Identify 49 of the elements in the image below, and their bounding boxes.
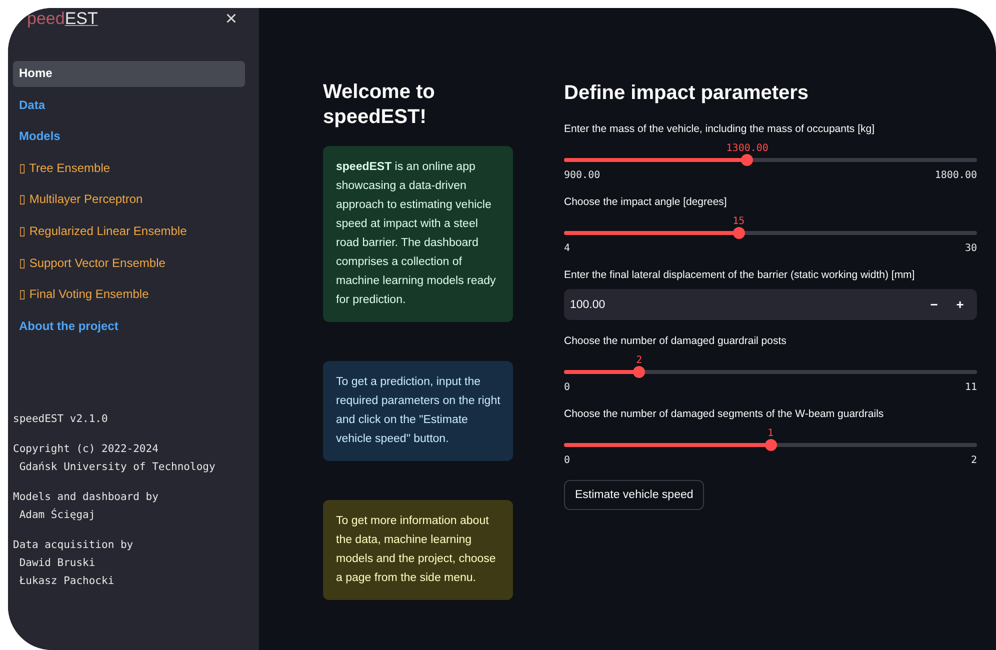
welcome-title: Welcome to speedEST! — [323, 80, 436, 130]
field-label: Choose the number of damaged guardrail posts — [564, 334, 788, 348]
nav-item[interactable]: Data — [13, 92, 245, 118]
slider-value: 1300.00 — [726, 143, 768, 154]
footer-text: Data acquisition by — [13, 538, 134, 554]
decrement-button[interactable]: − — [923, 296, 945, 313]
footer-text: Dawid Bruski — [18, 556, 96, 572]
app-logo: peedEST — [27, 9, 98, 29]
slider-max: 11 — [964, 382, 977, 393]
field-label: Choose the number of damaged segments of the W-beam guardrails — [564, 407, 885, 421]
slider-min: 900.00 — [564, 170, 600, 181]
nav-item[interactable]: ▯ Regularized Linear Ensemble — [13, 218, 245, 245]
field-label: Enter the mass of the vehicle, including the mass of occupants [kg] — [564, 122, 876, 136]
slider-value: 2 — [636, 355, 642, 366]
info-card: To get more information about the data, machine learning models and the project, choose a page from the side menu. — [323, 500, 513, 600]
increment-button[interactable]: + — [949, 296, 971, 313]
nav-item[interactable]: ▯ Tree Ensemble — [13, 156, 245, 182]
nav-item[interactable]: ▯ Multilayer Perceptron — [13, 187, 245, 213]
info-card: To get a prediction, input the required parameters on the right and click on the "Estimate vehicle speed" button. — [323, 361, 513, 461]
slider-min: 4 — [564, 243, 570, 254]
footer-text: Adam Ścięgaj — [18, 507, 96, 524]
footer-text: Łukasz Pachocki — [18, 574, 116, 590]
nav-item[interactable]: About the project — [13, 314, 245, 340]
slider-max: 2 — [970, 455, 977, 466]
field-label: Choose the impact angle [degrees] — [564, 195, 728, 209]
footer-text: speedEST v2.1.0 — [13, 412, 109, 428]
footer-text: Models and dashboard by — [13, 490, 160, 506]
estimate-button[interactable]: Estimate vehicle speed — [564, 480, 704, 510]
number-input[interactable]: 100.00 − + — [564, 289, 977, 320]
slider-thumb[interactable] — [633, 366, 646, 378]
slider-thumb[interactable] — [732, 227, 745, 239]
nav-item[interactable]: Models — [13, 124, 245, 150]
slider-max: 30 — [964, 243, 977, 254]
nav-item[interactable]: Home — [13, 61, 245, 87]
info-card: speedEST is an online app showcasing a data-driven approach to estimating vehicle speed at impact with a steel road barrier. The dashboard comprises a collection of machine learning models ready for prediction. — [323, 146, 513, 322]
slider-thumb[interactable] — [741, 154, 754, 166]
close-button[interactable]: × — [223, 9, 239, 29]
footer-text: Gdańsk University of Technology — [18, 460, 216, 476]
field-label: Enter the final lateral displacement of the barrier (static working width) [mm] — [564, 268, 916, 282]
slider-value: 15 — [732, 216, 745, 227]
footer-text: Copyright (c) 2022-2024 — [13, 442, 160, 458]
slider-max: 1800.00 — [934, 170, 977, 181]
section-title: Define impact parameters — [564, 81, 810, 106]
slider-min: 0 — [564, 455, 570, 466]
slider-min: 0 — [564, 382, 570, 393]
slider-thumb[interactable] — [764, 439, 776, 451]
slider-value: 1 — [767, 428, 774, 439]
nav-item[interactable]: ▯ Support Vector Ensemble — [13, 250, 245, 276]
nav-item[interactable]: ▯ Final Voting Ensemble — [13, 282, 245, 308]
